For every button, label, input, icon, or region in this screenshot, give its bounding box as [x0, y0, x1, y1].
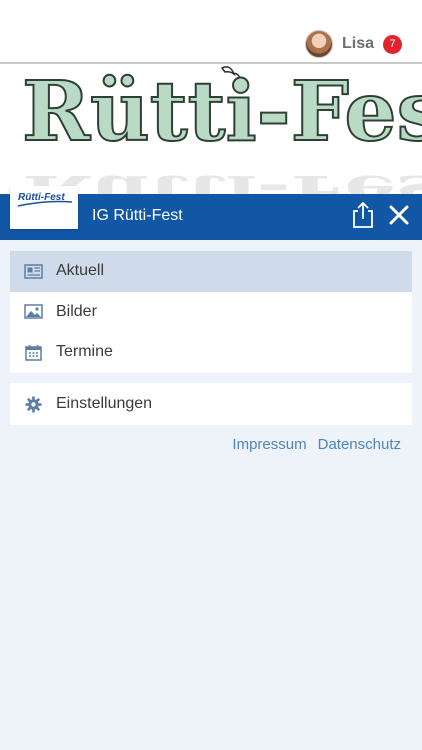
menu-item-termine[interactable]: Termine	[10, 332, 412, 373]
close-icon	[389, 205, 409, 225]
menu-item-einstellungen[interactable]: Einstellungen	[10, 383, 412, 425]
newspaper-icon	[24, 262, 43, 280]
logo-swoosh	[17, 200, 73, 207]
calendar-icon	[24, 343, 43, 361]
menu-item-bilder[interactable]: Bilder	[10, 292, 412, 333]
user-name[interactable]: Lisa	[342, 35, 374, 53]
banner-title: Rütti-Fest	[22, 64, 422, 160]
menu-item-label: Einstellungen	[56, 395, 153, 412]
datenschutz-link[interactable]: Datenschutz	[318, 436, 401, 453]
main-menu: Aktuell Bilder Termine	[10, 251, 412, 373]
menu-item-aktuell[interactable]: Aktuell	[10, 251, 412, 292]
menu-item-label: Termine	[56, 343, 113, 361]
gear-icon	[24, 395, 43, 413]
share-icon	[353, 201, 373, 228]
club-logo: Rütti-Fest	[10, 186, 78, 229]
banner-logo: Rütti-Fest Rütti-Fest	[21, 64, 422, 194]
settings-menu: Einstellungen	[10, 383, 412, 425]
banner-image: Rütti-Fest Rütti-Fest	[0, 64, 422, 194]
svg-text:Rütti-Fest: Rütti-Fest	[22, 166, 422, 194]
user-profile[interactable]: Lisa 7	[304, 30, 402, 58]
avatar[interactable]	[304, 30, 333, 58]
share-button[interactable]	[351, 201, 375, 228]
menu-item-label: Bilder	[56, 302, 97, 320]
header-title: IG Rütti-Fest	[92, 207, 183, 224]
notification-badge[interactable]: 7	[383, 34, 402, 54]
close-button[interactable]	[388, 204, 410, 226]
menu-item-label: Aktuell	[56, 262, 105, 280]
footer-links: Impressum Datenschutz	[232, 436, 401, 453]
image-icon	[24, 303, 43, 321]
impressum-link[interactable]: Impressum	[232, 436, 306, 453]
top-bar: Lisa 7	[0, 0, 422, 64]
